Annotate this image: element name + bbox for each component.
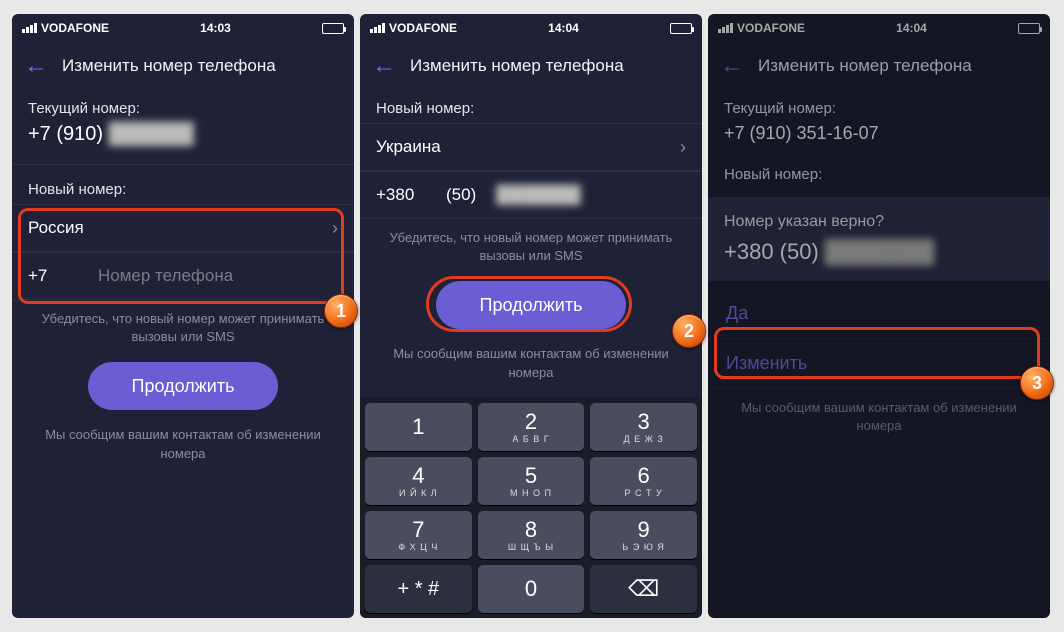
confirm-question: Номер указан верно? bbox=[724, 213, 1034, 231]
chevron-right-icon: › bbox=[680, 137, 686, 158]
screen-2: VODAFONE 14:04 ← Изменить номер телефона… bbox=[360, 14, 702, 618]
screen-3: VODAFONE 14:04 ← Изменить номер телефона… bbox=[708, 14, 1050, 618]
keypad-key[interactable]: 9Ь Э Ю Я bbox=[590, 511, 697, 559]
continue-button[interactable]: Продолжить bbox=[88, 362, 278, 410]
phone-prefix: +380 bbox=[376, 185, 426, 205]
screen-1: VODAFONE 14:03 ← Изменить номер телефона… bbox=[12, 14, 354, 618]
continue-button[interactable]: Продолжить bbox=[436, 281, 626, 329]
status-bar: VODAFONE 14:03 bbox=[12, 14, 354, 42]
phone-prefix: +7 bbox=[28, 266, 78, 286]
keypad-key[interactable]: 0 bbox=[478, 565, 585, 613]
phone-number-blurred: ███████ bbox=[496, 185, 580, 205]
nav-bar: ← Изменить номер телефона bbox=[12, 42, 354, 90]
status-bar: VODAFONE 14:04 bbox=[708, 14, 1050, 42]
sub-hint: Мы сообщим вашим контактам об изменении … bbox=[12, 416, 354, 472]
keypad-key[interactable]: 5М Н О П bbox=[478, 457, 585, 505]
page-title: Изменить номер телефона bbox=[62, 56, 276, 76]
nav-bar: ← Изменить номер телефона bbox=[360, 42, 702, 90]
phone-area: (50) bbox=[446, 185, 476, 205]
confirm-card: Номер указан верно? +380 (50) ███████ bbox=[708, 197, 1050, 281]
clock: 14:03 bbox=[200, 21, 231, 35]
clock: 14:04 bbox=[548, 21, 579, 35]
keypad-key[interactable]: + * # bbox=[365, 565, 472, 613]
back-icon[interactable]: ← bbox=[372, 54, 396, 78]
sub-hint: Мы сообщим вашим контактам об изменении … bbox=[708, 389, 1050, 445]
step-badge-1: 1 bbox=[324, 294, 358, 328]
keypad-key[interactable]: ⌫ bbox=[590, 565, 697, 613]
phone-input-row[interactable]: +380 (50) ███████ bbox=[360, 171, 702, 219]
keypad-key[interactable]: 2А Б В Г bbox=[478, 403, 585, 451]
battery-icon bbox=[670, 23, 692, 34]
chevron-right-icon: › bbox=[332, 218, 338, 239]
keypad-key[interactable]: 1 bbox=[365, 403, 472, 451]
signal-icon bbox=[718, 23, 733, 33]
page-title: Изменить номер телефона bbox=[758, 56, 972, 76]
step-badge-2: 2 bbox=[672, 314, 706, 348]
keypad-key[interactable]: 6Р С Т У bbox=[590, 457, 697, 505]
confirm-yes-button[interactable]: Да bbox=[708, 289, 1050, 339]
battery-icon bbox=[1018, 23, 1040, 34]
page-title: Изменить номер телефона bbox=[410, 56, 624, 76]
confirm-number: +380 (50) ███████ bbox=[724, 239, 1034, 265]
current-number-label: Текущий номер: bbox=[708, 90, 1050, 123]
new-number-label: Новый номер: bbox=[360, 90, 702, 123]
current-number-label: Текущий номер: bbox=[12, 90, 354, 123]
new-number-label: Новый номер: bbox=[12, 171, 354, 204]
hint-text: Убедитесь, что новый номер может принима… bbox=[360, 219, 702, 275]
sub-hint: Мы сообщим вашим контактам об изменении … bbox=[360, 335, 702, 391]
numeric-keypad: 12А Б В Г3Д Е Ж З 4И Й К Л5М Н О П6Р С Т … bbox=[360, 397, 702, 618]
signal-icon bbox=[22, 23, 37, 33]
phone-input-row[interactable]: +7 Номер телефона bbox=[12, 252, 354, 300]
carrier-label: VODAFONE bbox=[737, 21, 805, 35]
country-selector[interactable]: Россия › bbox=[12, 204, 354, 252]
keypad-key[interactable]: 8Ш Щ Ъ Ы bbox=[478, 511, 585, 559]
phone-placeholder: Номер телефона bbox=[98, 266, 233, 286]
current-number: +7 (910) ██████ bbox=[12, 123, 354, 158]
carrier-label: VODAFONE bbox=[41, 21, 109, 35]
keypad-key[interactable]: 3Д Е Ж З bbox=[590, 403, 697, 451]
hint-text: Убедитесь, что новый номер может принима… bbox=[12, 300, 354, 356]
confirm-edit-button[interactable]: Изменить bbox=[708, 339, 1050, 389]
step-badge-3: 3 bbox=[1020, 366, 1054, 400]
back-icon[interactable]: ← bbox=[720, 54, 744, 78]
battery-icon bbox=[322, 23, 344, 34]
nav-bar: ← Изменить номер телефона bbox=[708, 42, 1050, 90]
keypad-key[interactable]: 4И Й К Л bbox=[365, 457, 472, 505]
back-icon[interactable]: ← bbox=[24, 54, 48, 78]
country-name: Украина bbox=[376, 137, 441, 157]
keypad-key[interactable]: 7Ф Х Ц Ч bbox=[365, 511, 472, 559]
current-number: +7 (910) 351-16-07 bbox=[708, 123, 1050, 156]
signal-icon bbox=[370, 23, 385, 33]
clock: 14:04 bbox=[896, 21, 927, 35]
new-number-label: Новый номер: bbox=[708, 156, 1050, 189]
country-name: Россия bbox=[28, 218, 84, 238]
status-bar: VODAFONE 14:04 bbox=[360, 14, 702, 42]
country-selector[interactable]: Украина › bbox=[360, 123, 702, 171]
carrier-label: VODAFONE bbox=[389, 21, 457, 35]
